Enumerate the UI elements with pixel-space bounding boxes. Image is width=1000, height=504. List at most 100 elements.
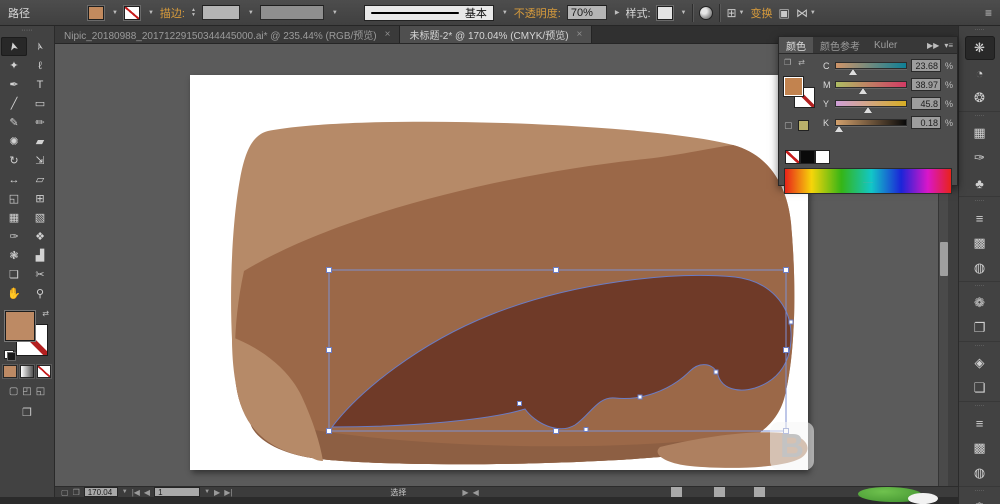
eyedropper-tool[interactable]: ✑ <box>1 227 27 246</box>
recolor-artwork-button[interactable] <box>699 5 714 20</box>
artwork[interactable] <box>190 75 808 470</box>
pen-tool[interactable]: ✒ <box>1 75 27 94</box>
magenta-slider-thumb[interactable] <box>859 88 868 94</box>
appearance-icon[interactable]: ❁ <box>965 291 995 315</box>
limit-gamut-icon[interactable]: ▢ <box>784 120 793 131</box>
brushes-icon[interactable]: ✑ <box>965 146 995 170</box>
slice-tool[interactable]: ✂ <box>27 265 53 284</box>
artboard-number-field[interactable]: 1 <box>154 487 201 497</box>
black-slider-value[interactable]: 0.18 <box>911 116 941 129</box>
draw-normal-icon[interactable]: ▢ <box>9 386 18 397</box>
recolor-artwork-icon[interactable]: ❂ <box>965 86 995 110</box>
document-tab-1-close[interactable]: × <box>385 29 391 40</box>
stroke-color-swatch[interactable] <box>123 5 140 20</box>
tools-panel-grip[interactable]: ····· <box>0 26 54 37</box>
selection-handle[interactable] <box>326 347 332 353</box>
artboard-tool[interactable]: ❏ <box>1 265 27 284</box>
gradient-icon[interactable]: ▩ <box>965 231 995 255</box>
draw-behind-icon[interactable]: ◰ <box>22 386 31 397</box>
color-button[interactable] <box>3 365 17 378</box>
type-tool[interactable]: T <box>27 75 53 94</box>
stroke-width-stepper[interactable]: ▲ ▼ <box>191 7 196 18</box>
yellow-slider-value[interactable]: 45.8 <box>911 97 941 110</box>
rectangle-tool[interactable]: ▭ <box>27 94 53 113</box>
stroke-dropdown-arrow[interactable]: ▼ <box>148 10 154 16</box>
selection-handle[interactable] <box>326 428 332 434</box>
status-expand-arrow[interactable]: ▶ <box>462 488 468 497</box>
tab-color[interactable]: 颜色 <box>779 37 813 53</box>
document-tab-1[interactable]: Nipic_20180988_20171229150344445000.ai* … <box>55 26 401 43</box>
shape-mode-dropdown[interactable]: ⋈ ▼ <box>796 6 816 20</box>
width-tool[interactable]: ↔ <box>1 170 27 189</box>
artboard-dropdown-arrow[interactable]: ▼ <box>204 489 210 495</box>
anchor-point[interactable] <box>713 369 719 375</box>
swap-colors-icon[interactable]: ⇄ <box>798 58 805 67</box>
gradient-tool[interactable]: ▧ <box>27 208 53 227</box>
dock-grip[interactable]: ····· <box>959 26 1000 35</box>
blend-tool[interactable]: ❖ <box>27 227 53 246</box>
anchor-point[interactable] <box>788 319 794 325</box>
selection-handle[interactable] <box>553 267 559 273</box>
default-fill-stroke-icon[interactable] <box>4 350 16 361</box>
tab-color-guide[interactable]: 颜色参考 <box>813 37 867 53</box>
cyan-slider-thumb[interactable] <box>848 69 857 75</box>
mesh-tool[interactable]: ▦ <box>1 208 27 227</box>
lasso-tool[interactable]: ℓ <box>27 56 53 75</box>
brush-dropdown-arrow[interactable]: ▼ <box>502 10 508 16</box>
stroke-width-field[interactable] <box>201 5 240 20</box>
dock-group-grip[interactable]: ····· <box>959 486 1000 495</box>
brush-definition-dropdown[interactable]: 基本 <box>363 4 494 21</box>
zoom-level-field[interactable]: 170.04 <box>83 487 118 497</box>
dock-group-grip[interactable]: ····· <box>959 281 1000 290</box>
dock-group-grip[interactable]: ····· <box>959 111 1000 120</box>
pencil-tool[interactable]: ✏ <box>27 113 53 132</box>
appearance-icon-2[interactable]: ❁ <box>965 496 995 504</box>
dock-group-grip[interactable]: ····· <box>959 341 1000 350</box>
fill-proxy[interactable] <box>784 77 803 96</box>
rotate-tool[interactable]: ↻ <box>1 151 27 170</box>
copy-color-icon[interactable]: ❐ <box>784 58 791 67</box>
web-safe-swatch[interactable] <box>797 120 809 131</box>
yellow-slider-track[interactable] <box>835 100 907 113</box>
vertical-scrollbar-thumb[interactable] <box>940 242 948 276</box>
selection-handle[interactable] <box>326 267 332 273</box>
blob-brush-tool[interactable]: ✺ <box>1 132 27 151</box>
anchor-point[interactable] <box>517 401 522 406</box>
stepper-down-icon[interactable]: ▼ <box>191 12 196 18</box>
dock-group-grip[interactable]: ····· <box>959 196 1000 205</box>
align-dropdown-arrow[interactable]: ▼ <box>739 10 745 16</box>
align-dropdown[interactable]: ⊞ ▼ <box>726 6 744 20</box>
transparency-icon-2[interactable]: ◍ <box>965 461 995 485</box>
yellow-slider-thumb[interactable] <box>864 107 873 113</box>
shape-mode-dropdown-arrow[interactable]: ▼ <box>810 10 816 16</box>
panel-menu-icon[interactable]: ▾≡ <box>944 41 953 50</box>
window-restore-icon[interactable]: ▢ <box>61 488 69 497</box>
layers-icon[interactable]: ◈ <box>965 351 995 375</box>
symbol-sprayer-tool[interactable]: ❃ <box>1 246 27 265</box>
none-button[interactable] <box>37 365 51 378</box>
document-tab-2[interactable]: 未标题-2* @ 170.04% (CMYK/预览) × <box>400 26 593 43</box>
last-artboard-button[interactable]: ▶| <box>224 488 232 497</box>
black-slider-track[interactable] <box>834 119 907 132</box>
graphic-styles-icon[interactable]: ❐ <box>965 316 995 340</box>
anchor-point[interactable] <box>637 394 643 400</box>
hand-tool[interactable]: ✋ <box>1 284 27 303</box>
cyan-slider-track[interactable] <box>835 62 907 75</box>
first-artboard-button[interactable]: |◀ <box>132 488 140 497</box>
swap-fill-stroke-icon[interactable]: ⇄ <box>42 309 49 318</box>
prev-artboard-button[interactable]: ◀ <box>144 488 150 497</box>
stroke-width-dropdown-arrow[interactable]: ▼ <box>248 10 254 16</box>
document-tab-2-close[interactable]: × <box>577 29 583 40</box>
magenta-slider-track[interactable] <box>835 81 907 94</box>
hscroll-thumb[interactable] <box>713 487 725 497</box>
style-swatch[interactable] <box>656 5 673 20</box>
white-swatch[interactable] <box>815 150 830 164</box>
opacity-stepper-arrow[interactable]: ▶ <box>615 9 620 16</box>
width-profile-dropdown-arrow[interactable]: ▼ <box>332 10 338 16</box>
paintbrush-tool[interactable]: ✎ <box>1 113 27 132</box>
width-profile-dropdown[interactable] <box>259 5 324 20</box>
shape-builder-tool[interactable]: ◱ <box>1 189 27 208</box>
tab-kuler[interactable]: Kuler <box>867 37 904 53</box>
fill-color-swatch[interactable] <box>88 5 104 20</box>
transform-link[interactable]: 变换 <box>751 5 773 21</box>
